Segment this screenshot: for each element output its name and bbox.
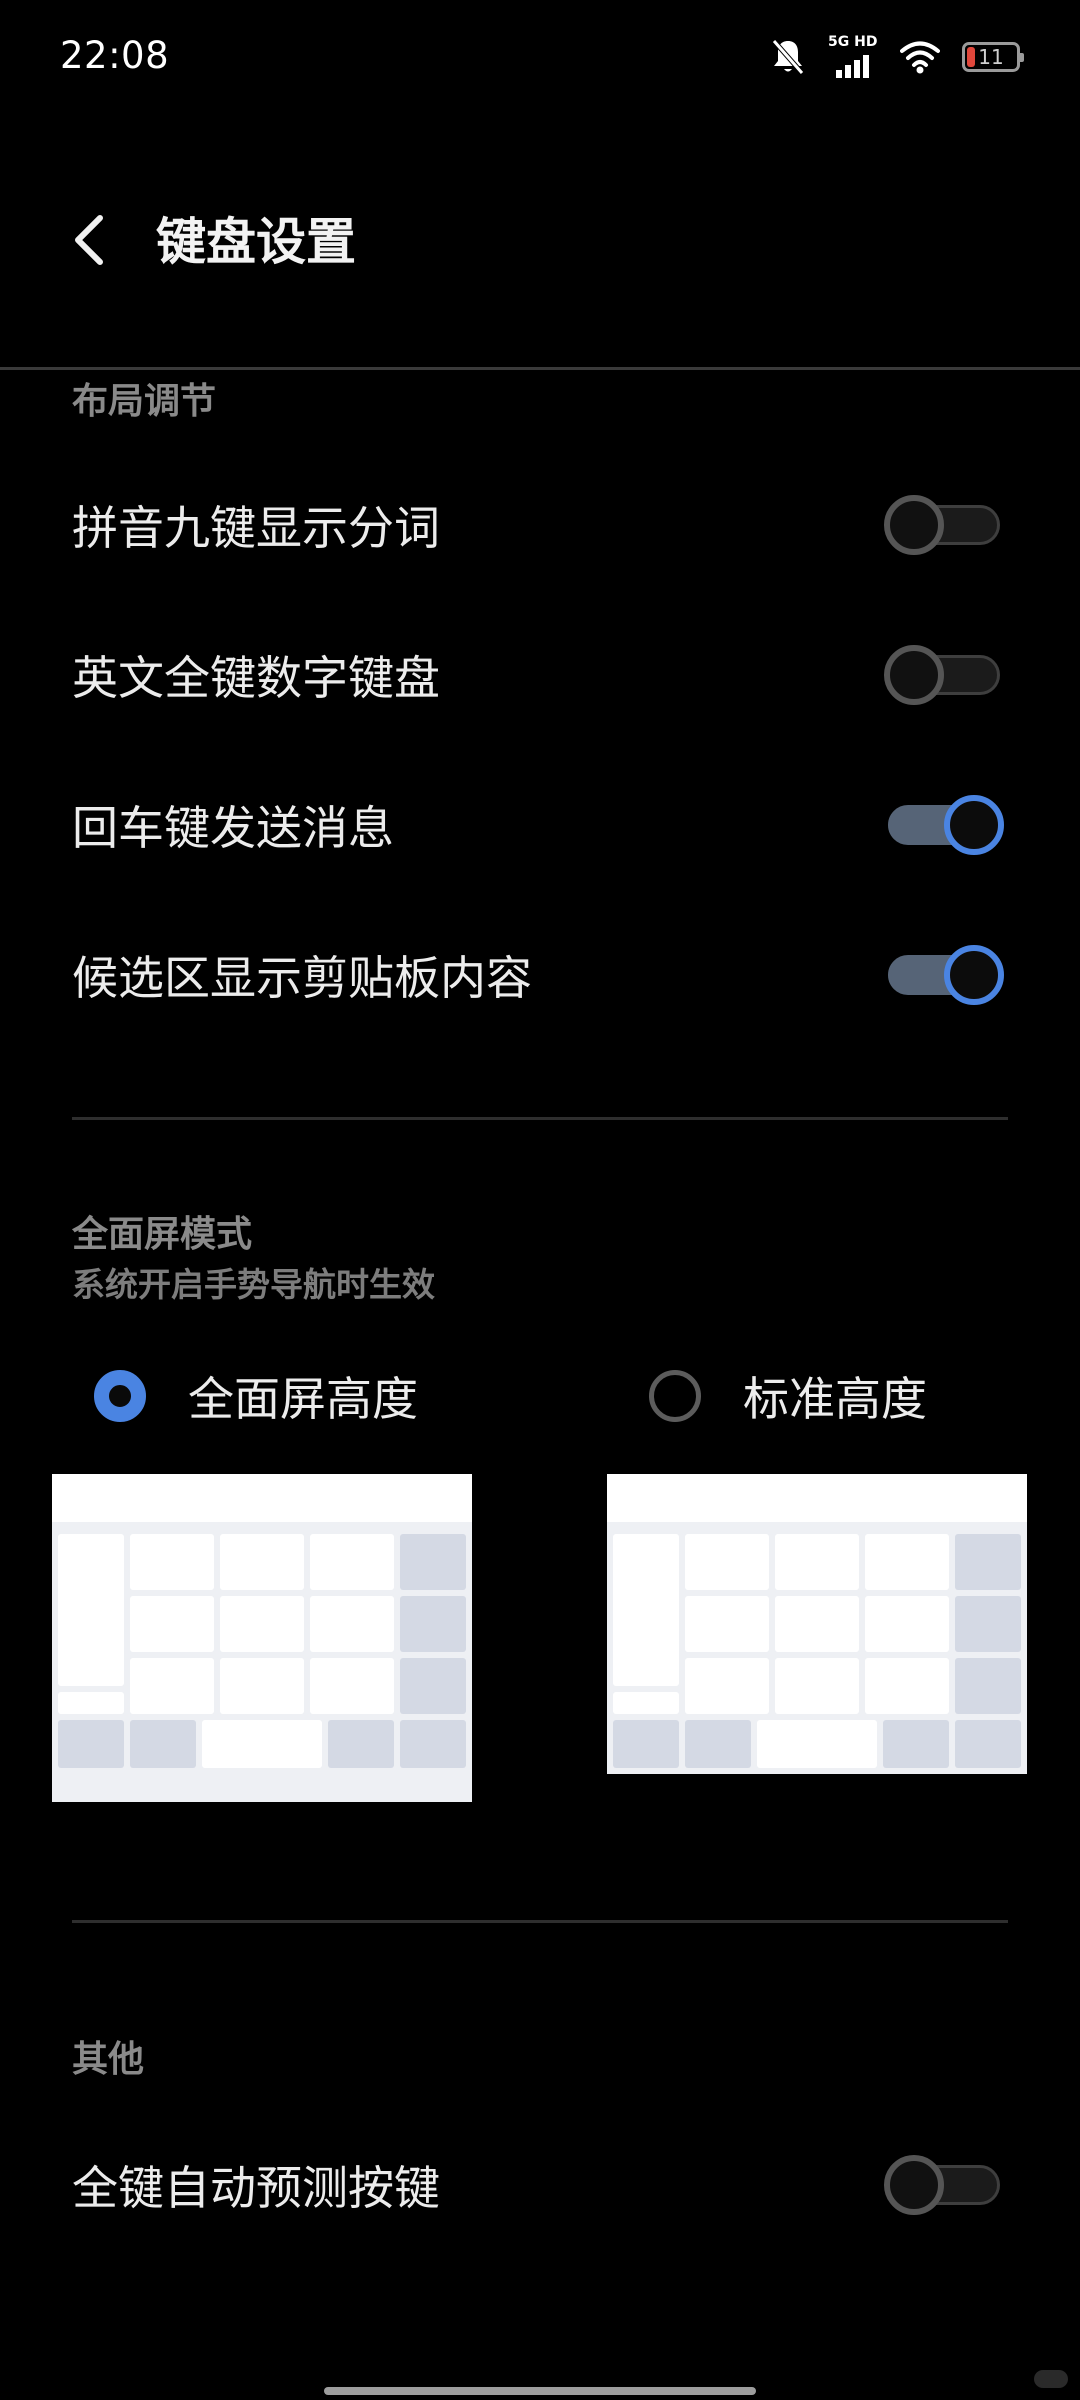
battery-level: 11 (978, 45, 1004, 69)
battery-icon: 11 (962, 42, 1024, 72)
setting-row-auto-predict[interactable]: 全键自动预测按键 (0, 2110, 1080, 2260)
section-divider (72, 1920, 1008, 1923)
section-header-fullscreen: 全面屏模式 (72, 1214, 253, 1255)
status-time: 22:08 (60, 34, 170, 77)
gesture-nav-handle[interactable] (324, 2387, 756, 2395)
status-bar: 22:08 5G HD 11 (0, 0, 1080, 115)
radio-label: 全面屏高度 (188, 1372, 418, 1426)
setting-label: 拼音九键显示分词 (72, 501, 440, 555)
radio-option-standard-height[interactable]: 标准高度 (649, 1356, 927, 1436)
radio-unselected-icon[interactable] (649, 1370, 701, 1422)
radio-selected-icon[interactable] (94, 1370, 146, 1422)
page-title: 键盘设置 (156, 213, 356, 271)
cellular-signal-icon: 5G HD (828, 34, 878, 80)
section-subtitle: 系统开启手势导航时生效 (72, 1265, 435, 1304)
wifi-icon (900, 40, 940, 74)
watermark-badge (1034, 2370, 1068, 2388)
toggle-switch[interactable] (884, 795, 1004, 855)
section-divider (72, 1117, 1008, 1120)
radio-option-fullscreen-height[interactable]: 全面屏高度 (94, 1356, 418, 1436)
app-header: 键盘设置 (0, 190, 1080, 300)
setting-label: 全键自动预测按键 (72, 2161, 440, 2215)
toggle-switch[interactable] (884, 495, 1004, 555)
radio-label: 标准高度 (743, 1372, 927, 1426)
chevron-left-icon (75, 215, 103, 265)
keyboard-preview-standard[interactable] (607, 1474, 1027, 1774)
section-header-other: 其他 (72, 2039, 145, 2080)
setting-row-pinyin-segmentation[interactable]: 拼音九键显示分词 (0, 450, 1080, 600)
setting-row-enter-send[interactable]: 回车键发送消息 (0, 750, 1080, 900)
header-divider (0, 367, 1080, 370)
back-button[interactable] (60, 210, 120, 270)
section-header-layout: 布局调节 (72, 381, 217, 422)
setting-row-clipboard-candidates[interactable]: 候选区显示剪贴板内容 (0, 900, 1080, 1050)
status-icons: 5G HD 11 (770, 34, 1024, 80)
keyboard-preview-fullscreen[interactable] (52, 1474, 472, 1802)
setting-label: 候选区显示剪贴板内容 (72, 951, 532, 1005)
setting-label: 英文全键数字键盘 (72, 651, 440, 705)
toggle-switch[interactable] (884, 945, 1004, 1005)
bell-muted-icon (770, 37, 806, 77)
setting-row-english-number-keyboard[interactable]: 英文全键数字键盘 (0, 600, 1080, 750)
setting-label: 回车键发送消息 (72, 801, 394, 855)
toggle-switch[interactable] (884, 2155, 1004, 2215)
toggle-switch[interactable] (884, 645, 1004, 705)
